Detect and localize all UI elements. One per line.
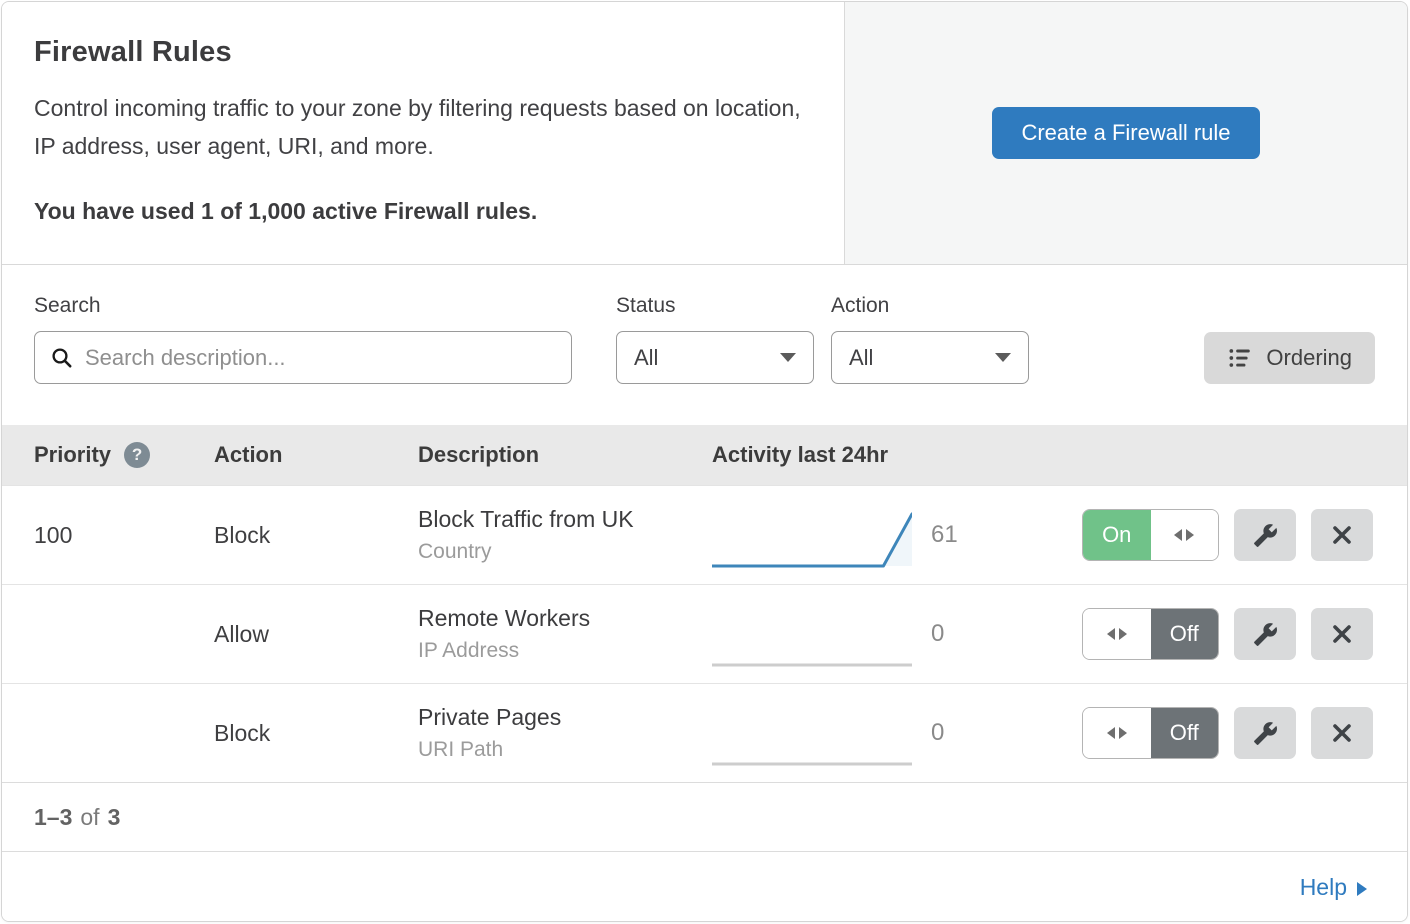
pagination-of: of [80, 804, 99, 831]
description-cell: Remote Workers IP Address [418, 605, 712, 663]
rule-description: Private Pages [418, 704, 712, 731]
description-cell: Block Traffic from UK Country [418, 506, 712, 564]
action-value: Allow [214, 621, 418, 648]
wrench-icon [1253, 622, 1278, 647]
action-selected-value: All [849, 345, 873, 371]
column-priority: Priority [34, 442, 111, 468]
delete-rule-button[interactable] [1311, 608, 1373, 660]
table-row: Block Private Pages URI Path 0 Off [2, 683, 1407, 782]
action-value: Block [214, 522, 418, 549]
action-label: Action [831, 294, 1029, 318]
status-filter-group: Status All [616, 294, 814, 384]
search-input[interactable] [85, 345, 556, 371]
search-box[interactable] [34, 331, 572, 384]
rule-match-type: URI Path [418, 738, 712, 762]
chevron-down-icon [780, 353, 796, 362]
toggle-off-label: Off [1151, 609, 1219, 659]
pagination-total: 3 [108, 804, 121, 831]
activity-count: 0 [917, 620, 987, 648]
pagination-range: 1–3 [34, 804, 72, 831]
action-filter-group: Action All [831, 294, 1029, 384]
delete-rule-button[interactable] [1311, 509, 1373, 561]
table-header: Priority ? Action Description Activity l… [2, 425, 1407, 485]
rule-enabled-toggle[interactable]: Off [1082, 608, 1219, 660]
toggle-handle-icon [1083, 708, 1151, 758]
close-icon [1330, 622, 1354, 646]
help-bar: Help [2, 851, 1407, 922]
status-select[interactable]: All [616, 331, 814, 384]
rule-description: Remote Workers [418, 605, 712, 632]
row-controls: On [987, 509, 1407, 561]
search-label: Search [34, 294, 572, 318]
page-description: Control incoming traffic to your zone by… [34, 89, 809, 165]
description-cell: Private Pages URI Path [418, 704, 712, 762]
action-select[interactable]: All [831, 331, 1029, 384]
header-text-block: Firewall Rules Control incoming traffic … [2, 2, 845, 264]
pagination-bar: 1–3 of 3 [2, 782, 1407, 851]
usage-summary: You have used 1 of 1,000 active Firewall… [34, 198, 812, 225]
delete-rule-button[interactable] [1311, 707, 1373, 759]
filter-bar: Search Status All Action All [2, 265, 1407, 425]
wrench-icon [1253, 523, 1278, 548]
toggle-handle-icon [1083, 609, 1151, 659]
wrench-icon [1253, 721, 1278, 746]
activity-sparkline [712, 508, 912, 572]
column-activity: Activity last 24hr [712, 442, 1407, 468]
arrow-right-icon [1357, 882, 1367, 896]
toggle-handle-icon [1151, 510, 1219, 560]
header-action-panel: Create a Firewall rule [845, 2, 1407, 264]
search-filter-group: Search [34, 294, 572, 384]
action-value: Block [214, 720, 418, 747]
ordering-button-label: Ordering [1266, 345, 1352, 371]
activity-sparkline [712, 706, 912, 770]
create-firewall-rule-button[interactable]: Create a Firewall rule [992, 107, 1259, 159]
rule-enabled-toggle[interactable]: Off [1082, 707, 1219, 759]
close-icon [1330, 721, 1354, 745]
row-controls: Off [987, 707, 1407, 759]
rule-description: Block Traffic from UK [418, 506, 712, 533]
activity-count: 0 [917, 719, 987, 747]
table-row: Allow Remote Workers IP Address 0 Off [2, 584, 1407, 683]
help-link[interactable]: Help [1300, 874, 1367, 901]
activity-sparkline [712, 607, 912, 671]
rule-enabled-toggle[interactable]: On [1082, 509, 1219, 561]
rule-match-type: Country [418, 540, 712, 564]
page-title: Firewall Rules [34, 36, 812, 69]
ordering-button[interactable]: Ordering [1204, 332, 1375, 384]
toggle-on-label: On [1083, 510, 1151, 560]
column-action: Action [214, 442, 418, 468]
header-section: Firewall Rules Control incoming traffic … [2, 2, 1407, 265]
status-selected-value: All [634, 345, 658, 371]
priority-value: 100 [34, 522, 214, 549]
table-row: 100 Block Block Traffic from UK Country … [2, 485, 1407, 584]
edit-rule-button[interactable] [1234, 509, 1296, 561]
chevron-down-icon [995, 353, 1011, 362]
help-link-label: Help [1300, 874, 1347, 901]
rule-match-type: IP Address [418, 639, 712, 663]
status-label: Status [616, 294, 814, 318]
ordered-list-icon [1227, 345, 1253, 371]
toggle-off-label: Off [1151, 708, 1219, 758]
edit-rule-button[interactable] [1234, 707, 1296, 759]
activity-count: 61 [917, 521, 987, 549]
firewall-rules-panel: Firewall Rules Control incoming traffic … [1, 1, 1408, 922]
priority-help-icon[interactable]: ? [124, 442, 150, 468]
column-description: Description [418, 442, 712, 468]
search-icon [50, 346, 74, 370]
edit-rule-button[interactable] [1234, 608, 1296, 660]
close-icon [1330, 523, 1354, 547]
row-controls: Off [987, 608, 1407, 660]
